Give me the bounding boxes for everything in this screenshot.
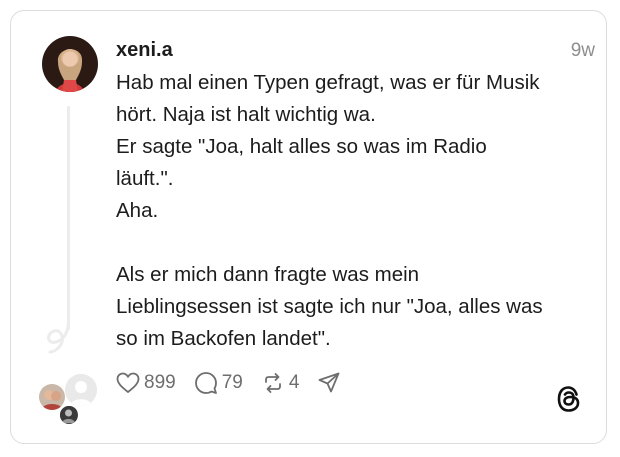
post-action-bar: 899 79 4 xyxy=(116,369,359,397)
repost-count: 4 xyxy=(288,372,300,393)
post-text-line: Er sagte "Joa, halt alles so was im Radi… xyxy=(116,135,487,158)
author-avatar[interactable] xyxy=(42,36,98,92)
reply-count: 79 xyxy=(221,372,243,393)
share-button[interactable] xyxy=(317,371,341,395)
author-username[interactable]: xeni.a xyxy=(116,37,173,63)
thread-loop-icon xyxy=(47,318,70,354)
reply-button[interactable]: 79 xyxy=(194,371,243,395)
comment-bubble-icon xyxy=(194,372,217,394)
replier-avatar[interactable] xyxy=(59,405,79,425)
replier-avatar[interactable] xyxy=(65,374,97,406)
post-text-line: Lieblingsessen ist sagte ich nur "Joa, a… xyxy=(116,295,543,318)
post-timestamp[interactable]: 9w xyxy=(571,39,595,63)
threads-logo-icon[interactable] xyxy=(556,385,582,413)
post-text-line xyxy=(116,227,592,259)
like-count: 899 xyxy=(144,372,176,393)
replier-avatar[interactable] xyxy=(39,384,65,410)
thread-connector-line xyxy=(67,106,70,330)
repost-icon xyxy=(264,373,281,393)
send-icon xyxy=(319,372,340,393)
heart-icon xyxy=(116,372,140,393)
post-text-line: Hab mal einen Typen gefragt, was er für … xyxy=(116,71,540,94)
post-text: Hab mal einen Typen gefragt, was er für … xyxy=(116,67,592,355)
post-text-line: so im Backofen landet". xyxy=(116,327,331,350)
post-text-line: hört. Naja ist halt wichtig wa. xyxy=(116,103,376,126)
post-text-line: Als er mich dann fragte was mein xyxy=(116,263,420,286)
like-button[interactable]: 899 xyxy=(116,372,176,394)
post-text-line: Aha. xyxy=(116,199,159,222)
repost-button[interactable]: 4 xyxy=(261,371,300,395)
post-text-line: läuft.". xyxy=(116,167,174,190)
